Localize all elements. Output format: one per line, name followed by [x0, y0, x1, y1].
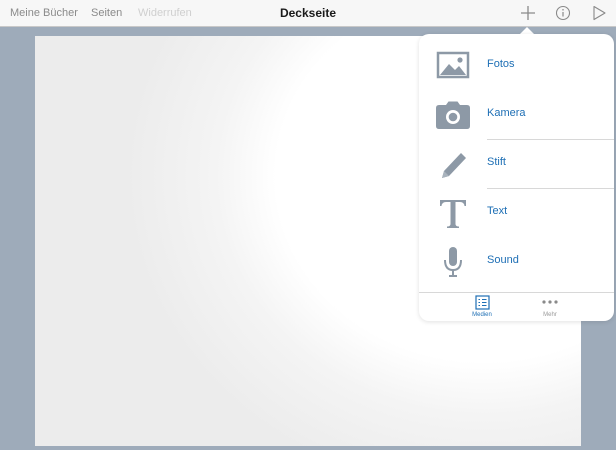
- top-toolbar: Meine Bücher Seiten Widerrufen Deckseite: [0, 0, 616, 27]
- info-icon[interactable]: [554, 4, 572, 22]
- menu-item-text[interactable]: Text: [419, 188, 614, 237]
- play-icon[interactable]: [590, 4, 608, 22]
- menu-item-pen[interactable]: Stift: [419, 139, 614, 188]
- pencil-icon: [442, 153, 466, 178]
- text-icon: [440, 200, 466, 228]
- photos-icon: [436, 51, 470, 79]
- add-media-popover: Fotos Kamera Stift Text Sound Medien Meh…: [419, 34, 614, 321]
- menu-item-label: Text: [487, 205, 508, 217]
- plus-icon[interactable]: [519, 4, 537, 22]
- tab-bar-separator: [419, 292, 614, 293]
- camera-icon: [436, 101, 470, 129]
- tab-label: Mehr: [543, 312, 557, 318]
- menu-item-camera[interactable]: Kamera: [419, 90, 614, 139]
- list-icon: [475, 295, 490, 310]
- menu-item-sound[interactable]: Sound: [419, 237, 614, 286]
- tab-media[interactable]: Medien: [452, 293, 512, 321]
- microphone-icon: [444, 247, 462, 277]
- tab-more[interactable]: Mehr: [520, 293, 580, 321]
- more-icon: [542, 300, 558, 304]
- menu-item-label: Sound: [487, 254, 519, 266]
- menu-item-photos[interactable]: Fotos: [419, 41, 614, 90]
- menu-item-label: Fotos: [487, 58, 515, 70]
- menu-item-label: Stift: [487, 156, 506, 168]
- menu-item-label: Kamera: [487, 107, 526, 119]
- tab-label: Medien: [472, 312, 492, 318]
